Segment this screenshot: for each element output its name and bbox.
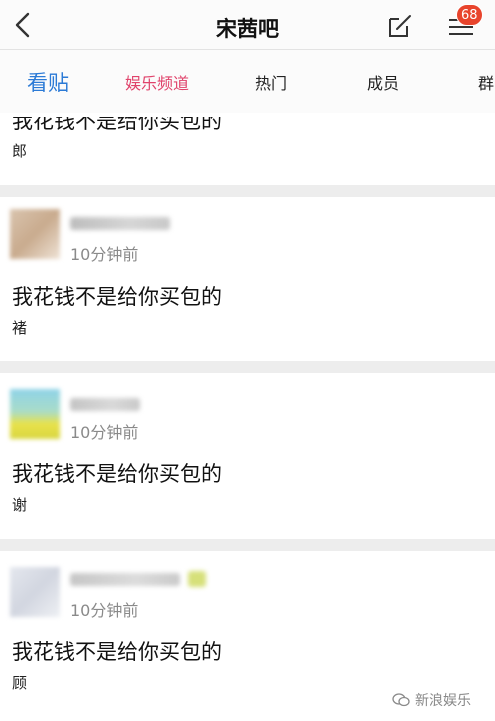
user-level-badge-blurred (188, 571, 206, 587)
avatar[interactable] (10, 567, 60, 617)
post-text: 我花钱不是给你买包的 (12, 640, 222, 664)
username-blurred[interactable] (70, 398, 140, 411)
watermark-label: 新浪娱乐 (415, 693, 471, 709)
compose-post-button[interactable] (386, 12, 414, 40)
wechat-icon (392, 693, 410, 707)
post-card[interactable]: 我花钱不是给你买包的 郎 (0, 113, 495, 185)
post-timestamp: 10分钟前 (70, 245, 139, 264)
tab-bar: 看贴 娱乐频道 热门 成员 群 (0, 50, 495, 113)
tab-groups[interactable]: 群 (478, 70, 494, 94)
divider (0, 539, 495, 551)
post-timestamp: 10分钟前 (70, 601, 139, 620)
divider (0, 361, 495, 373)
post-author-sign: 谢 (12, 496, 28, 514)
watermark: 新浪娱乐 (392, 690, 471, 710)
post-text: 我花钱不是给你买包的 (12, 285, 222, 309)
page-title: 宋茜吧 (216, 17, 279, 41)
divider (0, 185, 495, 197)
tab-members[interactable]: 成员 (367, 70, 399, 94)
avatar[interactable] (10, 389, 60, 439)
tab-posts[interactable]: 看贴 (27, 67, 69, 97)
post-timestamp: 10分钟前 (70, 423, 139, 442)
notification-badge: 68 (456, 4, 483, 26)
post-card[interactable]: 10分钟前 我花钱不是给你买包的 谢 (0, 373, 495, 539)
post-author-sign: 顾 (12, 674, 28, 692)
username-blurred[interactable] (70, 217, 170, 230)
username-blurred[interactable] (70, 573, 180, 586)
post-author-sign: 郎 (12, 142, 28, 160)
edit-icon (389, 15, 411, 37)
post-card[interactable]: 10分钟前 我花钱不是给你买包的 褚 (0, 197, 495, 361)
tab-hot[interactable]: 热门 (255, 70, 287, 94)
top-nav-bar: 宋茜吧 68 (0, 0, 495, 50)
post-text: 我花钱不是给你买包的 (12, 462, 222, 486)
avatar[interactable] (10, 209, 60, 259)
tab-entertainment-channel[interactable]: 娱乐频道 (125, 70, 189, 94)
post-author-sign: 褚 (12, 319, 28, 337)
